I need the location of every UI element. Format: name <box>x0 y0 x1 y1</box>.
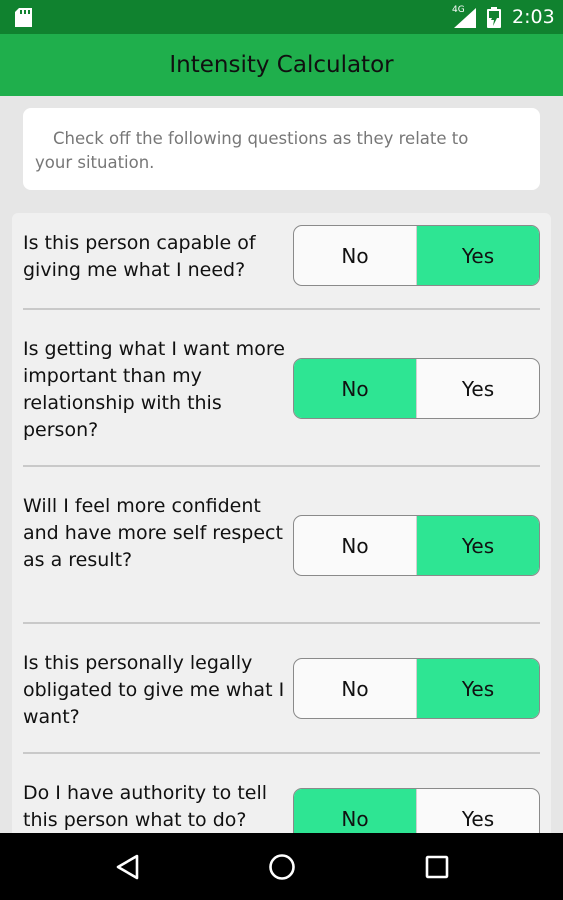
question-text: Will I feel more confident and have more… <box>23 495 283 571</box>
clock: 2:03 <box>512 6 555 28</box>
yes-no-toggle[interactable]: No Yes <box>293 658 540 719</box>
status-bar: 4G 2:03 <box>0 0 563 34</box>
no-option[interactable]: No <box>294 226 417 285</box>
no-option[interactable]: No <box>294 359 417 418</box>
divider <box>23 622 540 624</box>
question-text: Is this person capable of giving me what… <box>23 232 256 281</box>
signal-icon <box>454 8 476 28</box>
question-text: Do I have authority to tell this person … <box>23 782 268 831</box>
yes-option[interactable]: Yes <box>417 226 539 285</box>
recents-icon[interactable] <box>422 853 452 881</box>
battery-icon <box>487 7 501 28</box>
yes-no-toggle[interactable]: No Yes <box>293 515 540 576</box>
divider <box>23 752 540 754</box>
yes-no-toggle[interactable]: No Yes <box>293 358 540 419</box>
question-text: Is this personally legally obligated to … <box>23 652 285 728</box>
questions-panel[interactable]: Is this person capable of giving me what… <box>12 213 551 853</box>
question-text: Is getting what I want more important th… <box>23 338 285 441</box>
no-option[interactable]: No <box>294 516 417 575</box>
home-icon[interactable] <box>267 853 297 881</box>
page-title: Intensity Calculator <box>169 52 394 78</box>
back-icon[interactable] <box>113 853 143 881</box>
yes-option[interactable]: Yes <box>417 359 539 418</box>
intro-card: Check off the following questions as the… <box>23 108 540 190</box>
yes-option[interactable]: Yes <box>417 516 539 575</box>
sd-card-icon <box>15 8 32 27</box>
intro-text: Check off the following questions as the… <box>35 129 469 172</box>
app-bar: Intensity Calculator <box>0 34 563 96</box>
divider <box>23 465 540 467</box>
no-option[interactable]: No <box>294 659 417 718</box>
navigation-bar <box>0 833 563 900</box>
yes-no-toggle[interactable]: No Yes <box>293 225 540 286</box>
yes-option[interactable]: Yes <box>417 659 539 718</box>
divider <box>23 308 540 310</box>
